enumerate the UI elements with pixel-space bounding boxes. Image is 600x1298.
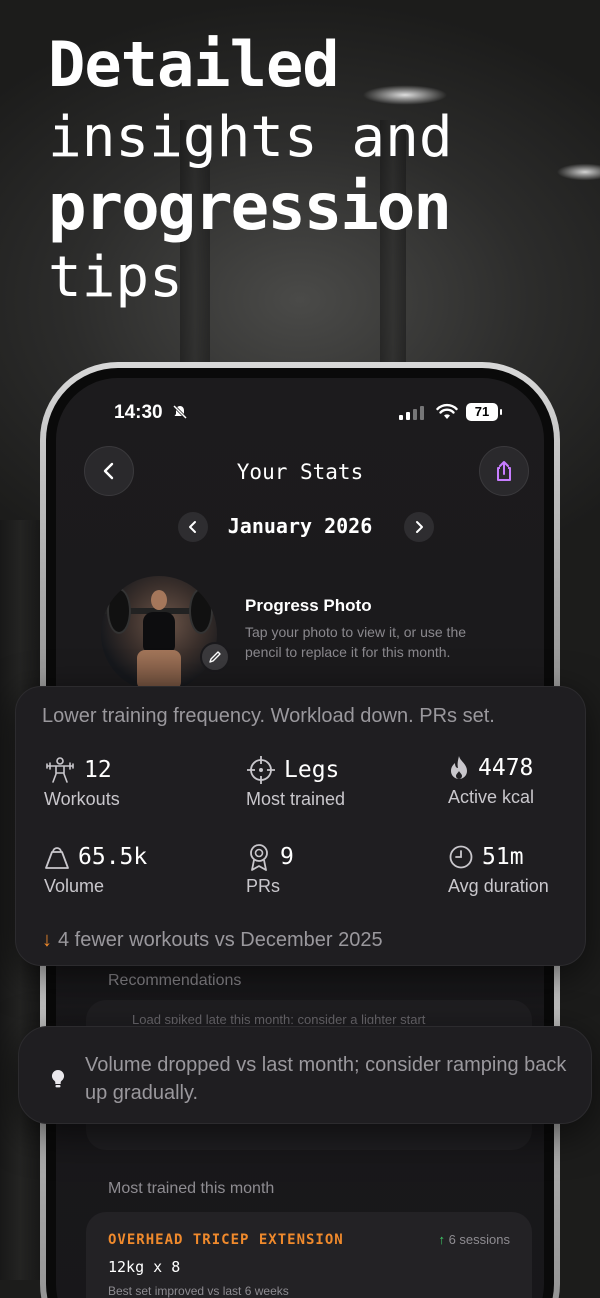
person-legs (137, 650, 181, 690)
exercise-card[interactable]: OVERHEAD TRICEP EXTENSION ↑ 6 sessions 1… (86, 1212, 532, 1298)
headline-line-4: tips (48, 245, 183, 310)
current-month: January 2026 (227, 514, 373, 538)
next-month-button[interactable] (404, 512, 434, 542)
stat-workouts: 12 Workouts (44, 755, 120, 810)
month-selector: January 2026 (56, 510, 544, 544)
exercise-sessions: ↑ 6 sessions (438, 1232, 510, 1247)
status-bar: 14:30 71 (56, 402, 544, 426)
recommendations-heading: Recommendations (108, 972, 242, 989)
stat-active-kcal-value: 4478 (478, 755, 534, 781)
stat-avg-duration: 51m Avg duration (448, 842, 549, 897)
marketing-headline: Detailed insights and progression tips (48, 34, 453, 306)
medal-icon (250, 844, 268, 871)
kettlebell-icon (45, 847, 69, 869)
page-title: Your Stats (236, 460, 364, 484)
headline-line-3: progression (48, 171, 452, 245)
pencil-icon (209, 651, 221, 663)
workouts-delta: ↓ 4 fewer workouts vs December 2025 (42, 929, 383, 952)
lightbulb-icon (51, 1069, 65, 1093)
stat-most-trained: Legs Most trained (246, 755, 345, 810)
person-head (151, 590, 167, 610)
exercise-note: Best set improved vs last 6 weeks (108, 1284, 289, 1298)
battery-indicator: 71 (466, 403, 502, 421)
wifi-icon (436, 403, 458, 425)
flame-icon (451, 756, 467, 779)
crosshair-icon (247, 756, 275, 784)
clock-icon (449, 845, 473, 869)
stat-volume: 65.5k Volume (44, 842, 147, 897)
recommendation-text: Load spiked late this month; consider a … (132, 1012, 426, 1024)
stat-avg-duration-label: Avg duration (448, 876, 549, 896)
stat-most-trained-label: Most trained (246, 789, 346, 809)
stat-active-kcal: 4478 Active kcal (448, 753, 534, 808)
share-icon (497, 461, 511, 481)
stat-prs-label: PRs (246, 876, 281, 896)
workouts-delta-text: 4 fewer workouts vs December 2025 (58, 929, 383, 951)
stat-active-kcal-label: Active kcal (448, 787, 535, 807)
status-time: 14:30 (114, 402, 163, 423)
most-trained-heading: Most trained this month (108, 1180, 275, 1197)
stat-volume-label: Volume (44, 876, 105, 896)
weight-plate (189, 588, 213, 634)
share-button[interactable] (479, 446, 529, 496)
stat-workouts-label: Workouts (44, 789, 120, 809)
headline-line-1: Detailed (48, 28, 340, 101)
person-body (143, 612, 175, 652)
recommendation-tip-text: Volume dropped vs last month; consider r… (85, 1054, 567, 1104)
progress-photo-title: Progress Photo (245, 596, 372, 615)
arrow-up-icon: ↑ (438, 1232, 445, 1247)
stat-most-trained-value: Legs (284, 757, 340, 783)
stat-workouts-value: 12 (84, 757, 112, 783)
exercise-best-set: 12kg x 8 (108, 1258, 181, 1276)
progress-photo[interactable] (101, 576, 217, 692)
chevron-right-icon (416, 521, 423, 533)
stats-summary: Lower training frequency. Workload down.… (42, 705, 495, 727)
headline-line-2: insights and (48, 105, 453, 170)
edit-photo-button[interactable] (200, 642, 230, 672)
stat-prs-value: 9 (280, 844, 294, 870)
arrow-down-icon: ↓ (42, 929, 52, 951)
stat-avg-duration-value: 51m (482, 844, 524, 870)
progress-photo-description: Tap your photo to view it, or use the pe… (245, 624, 467, 660)
exercise-name: OVERHEAD TRICEP EXTENSION (108, 1232, 344, 1248)
recommendation-tip-card[interactable]: Volume dropped vs last month; consider r… (18, 1026, 592, 1124)
monthly-stats-card: Lower training frequency. Workload down.… (15, 686, 586, 966)
person-weights-icon (46, 757, 74, 783)
bell-muted-icon (172, 404, 188, 424)
signal-icon (399, 406, 424, 420)
weight-plate (107, 588, 131, 634)
stat-volume-value: 65.5k (78, 844, 148, 870)
stat-prs: 9 PRs (246, 842, 294, 897)
sessions-count: 6 sessions (448, 1232, 510, 1247)
